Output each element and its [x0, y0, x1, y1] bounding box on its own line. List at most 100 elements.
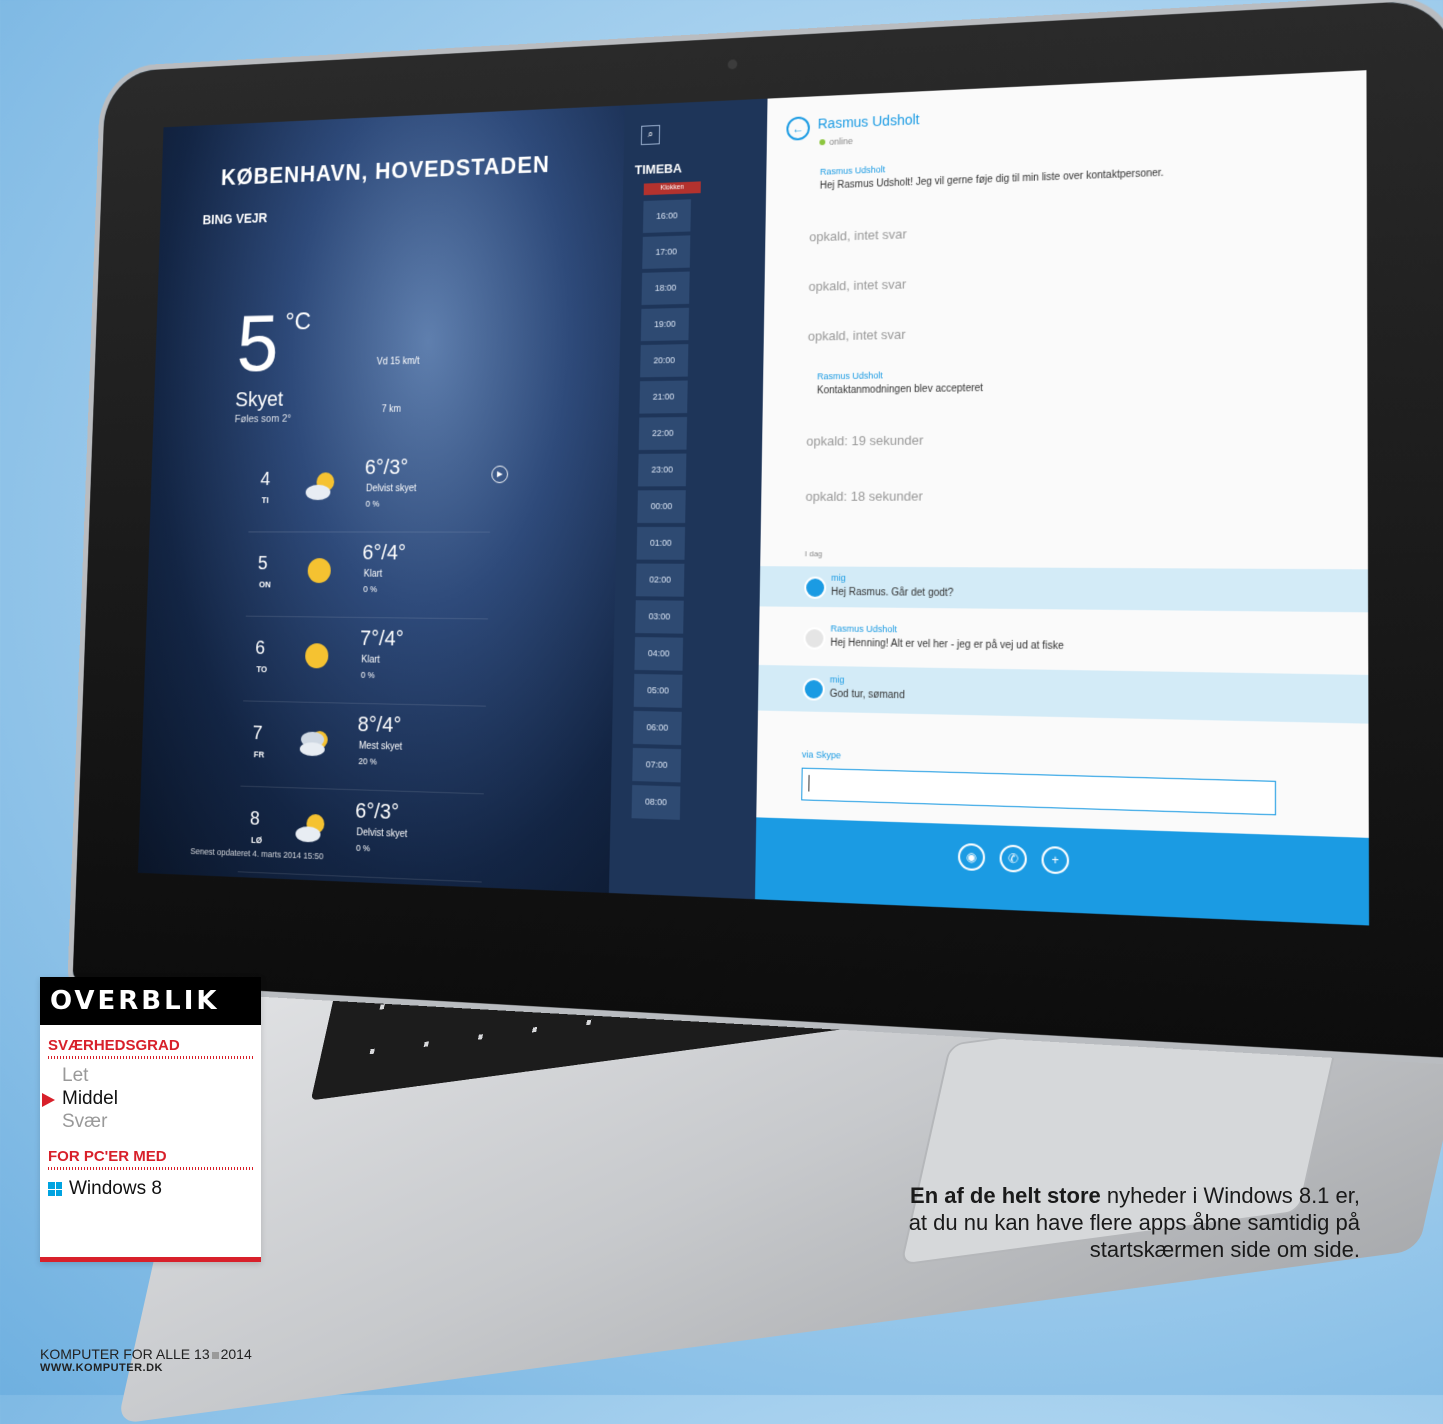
day-description: Klart — [361, 654, 380, 666]
message-text: Hej Rasmus. Går det godt? — [830, 586, 954, 600]
video-call-icon[interactable]: ◉ — [957, 842, 986, 872]
magazine-footer: KOMPUTER FOR ALLE 13 2014 — [40, 1346, 252, 1362]
platform: Windows 8 — [48, 1178, 261, 1200]
weather-app-name: BING VEJR — [202, 210, 268, 228]
timetable-tab[interactable]: Klokken — [643, 181, 701, 196]
day-rain: 0 % — [363, 584, 378, 595]
forecast-list: 4 TI 6°/3° Delvist skyet 0 % 5 ON 6°/4° … — [237, 446, 493, 883]
contact-status: online — [819, 136, 853, 147]
hour-item[interactable]: 22:00 — [638, 416, 688, 450]
day-temperature: 8°/4° — [357, 711, 402, 737]
hour-list: 16:00 17:00 18:00 19:00 20:00 21:00 22:0… — [631, 199, 691, 824]
status-text: online — [829, 135, 853, 147]
forecast-day[interactable]: 8 LØ 6°/3° Delvist skyet 0 % — [237, 786, 484, 883]
avatar — [803, 627, 826, 650]
message-sender: Rasmus Udsholt — [817, 370, 883, 382]
caption-lead: En af de helt store — [910, 1183, 1101, 1208]
laptop-screen: KØBENHAVN, HOVEDSTADEN BING VEJR 5 °C Sk… — [137, 70, 1370, 926]
difficulty-label: SVÆRHEDSGRAD — [48, 1037, 180, 1054]
contact-name[interactable]: Rasmus Udsholt — [818, 111, 920, 131]
day-abbr: ON — [258, 579, 271, 590]
back-arrow-icon[interactable]: ← — [786, 116, 811, 141]
play-icon[interactable]: ▶ — [491, 465, 509, 484]
day-description: Klart — [363, 568, 383, 580]
day-description: Delvist skyet — [365, 483, 417, 495]
hour-item[interactable]: 07:00 — [632, 747, 682, 783]
day-description: Delvist skyet — [356, 827, 408, 841]
hour-item[interactable]: 04:00 — [634, 637, 684, 671]
hour-item[interactable]: 19:00 — [640, 307, 690, 342]
day-abbr: FR — [253, 749, 265, 760]
call-entry: opkald: 18 sekunder — [805, 488, 923, 504]
timetable-app: ⌕ TIMEBA Klokken 16:00 17:00 18:00 19:00… — [608, 98, 768, 900]
feels-like: Føles som 2° — [234, 413, 292, 426]
hour-item[interactable]: 18:00 — [641, 271, 690, 306]
day-temperature: 7°/4° — [359, 625, 404, 651]
message-text: God tur, sømand — [829, 688, 905, 702]
magazine-issue: KOMPUTER FOR ALLE 13 — [40, 1346, 210, 1362]
day-description: Mest skyet — [358, 740, 403, 753]
message-input[interactable] — [801, 767, 1277, 816]
message-text: Kontaktanmodningen blev accepteret — [816, 382, 984, 397]
magazine-url: WWW.KOMPUTER.DK — [40, 1362, 163, 1374]
day-abbr: TI — [261, 495, 269, 505]
message-text: Hej Henning! Alt er vel her - jeg er på … — [830, 637, 1064, 653]
overview-box: OVERBLIK SVÆRHEDSGRAD Let Middel Svær FO… — [40, 977, 261, 1262]
day-rain: 0 % — [355, 842, 371, 854]
hour-item[interactable]: 06:00 — [632, 710, 682, 746]
day-rain: 0 % — [360, 670, 375, 680]
day-number: 5 — [257, 553, 268, 575]
hour-item[interactable]: 03:00 — [635, 600, 684, 634]
hour-item[interactable]: 17:00 — [642, 235, 691, 269]
call-entry: opkald, intet svar — [809, 226, 907, 245]
hour-item[interactable]: 08:00 — [631, 785, 681, 820]
current-temperature: 5 — [235, 298, 280, 389]
partly-cloudy-icon — [305, 472, 335, 501]
image-caption: En af de helt store nyheder i Windows 8.… — [900, 1182, 1360, 1263]
day-number: 4 — [260, 468, 271, 490]
message-sender: Rasmus Udsholt — [819, 164, 886, 177]
hour-item[interactable]: 20:00 — [640, 344, 689, 378]
forecast-day[interactable]: 7 FR 8°/4° Mest skyet 20 % — [240, 701, 486, 795]
message-sender: mig — [829, 674, 845, 685]
day-temperature: 6°/3° — [354, 798, 400, 824]
call-bar: ◉ ✆ + — [755, 817, 1370, 926]
weather-app: KØBENHAVN, HOVEDSTADEN BING VEJR 5 °C Sk… — [137, 105, 625, 893]
dotted-rule — [48, 1056, 253, 1059]
day-number: 8 — [249, 808, 261, 830]
call-entry: opkald: 19 sekunder — [806, 432, 924, 449]
day-abbr: TO — [256, 664, 268, 675]
forecast-day[interactable]: 6 TO 7°/4° Klart 0 % — [243, 616, 488, 707]
difficulty-level: Let — [62, 1065, 89, 1086]
overview-heading: OVERBLIK — [40, 977, 261, 1025]
current-condition: Skyet — [234, 386, 284, 412]
difficulty-list: Let Middel Svær — [40, 1065, 261, 1134]
difficulty-level-selected: Middel — [42, 1088, 261, 1111]
hour-item[interactable]: 05:00 — [633, 673, 683, 708]
date-separator: I dag — [804, 549, 823, 559]
webcam — [727, 59, 738, 70]
timetable-title: TIMEBA — [634, 160, 683, 178]
temperature-unit: °C — [284, 306, 312, 336]
forecast-day[interactable]: 5 ON 6°/4° Klart 0 % — [245, 532, 491, 620]
online-dot-icon — [819, 139, 826, 146]
search-icon[interactable]: ⌕ — [640, 124, 661, 146]
laptop-lid: KØBENHAVN, HOVEDSTADEN BING VEJR 5 °C Sk… — [72, 0, 1443, 1059]
hour-item[interactable]: 16:00 — [642, 199, 691, 234]
difficulty-level: Svær — [62, 1111, 108, 1132]
mostly-cloudy-icon — [299, 730, 328, 757]
add-icon[interactable]: + — [1041, 845, 1070, 875]
arrow-right-icon — [42, 1093, 55, 1107]
phone-icon[interactable]: ✆ — [999, 844, 1027, 873]
hour-item[interactable]: 00:00 — [637, 490, 686, 523]
wind-speed: Vd 15 km/t — [376, 356, 420, 368]
hour-item[interactable]: 01:00 — [636, 526, 686, 560]
forecast-day[interactable]: 4 TI 6°/3° Delvist skyet 0 % — [248, 446, 493, 533]
day-number: 7 — [252, 722, 263, 744]
hour-item[interactable]: 02:00 — [635, 563, 685, 597]
windows-logo-icon — [48, 1182, 62, 1196]
send-via-label[interactable]: via Skype — [802, 749, 841, 760]
message-sender: Rasmus Udsholt — [830, 623, 898, 635]
hour-item[interactable]: 21:00 — [639, 380, 688, 414]
hour-item[interactable]: 23:00 — [637, 453, 687, 487]
